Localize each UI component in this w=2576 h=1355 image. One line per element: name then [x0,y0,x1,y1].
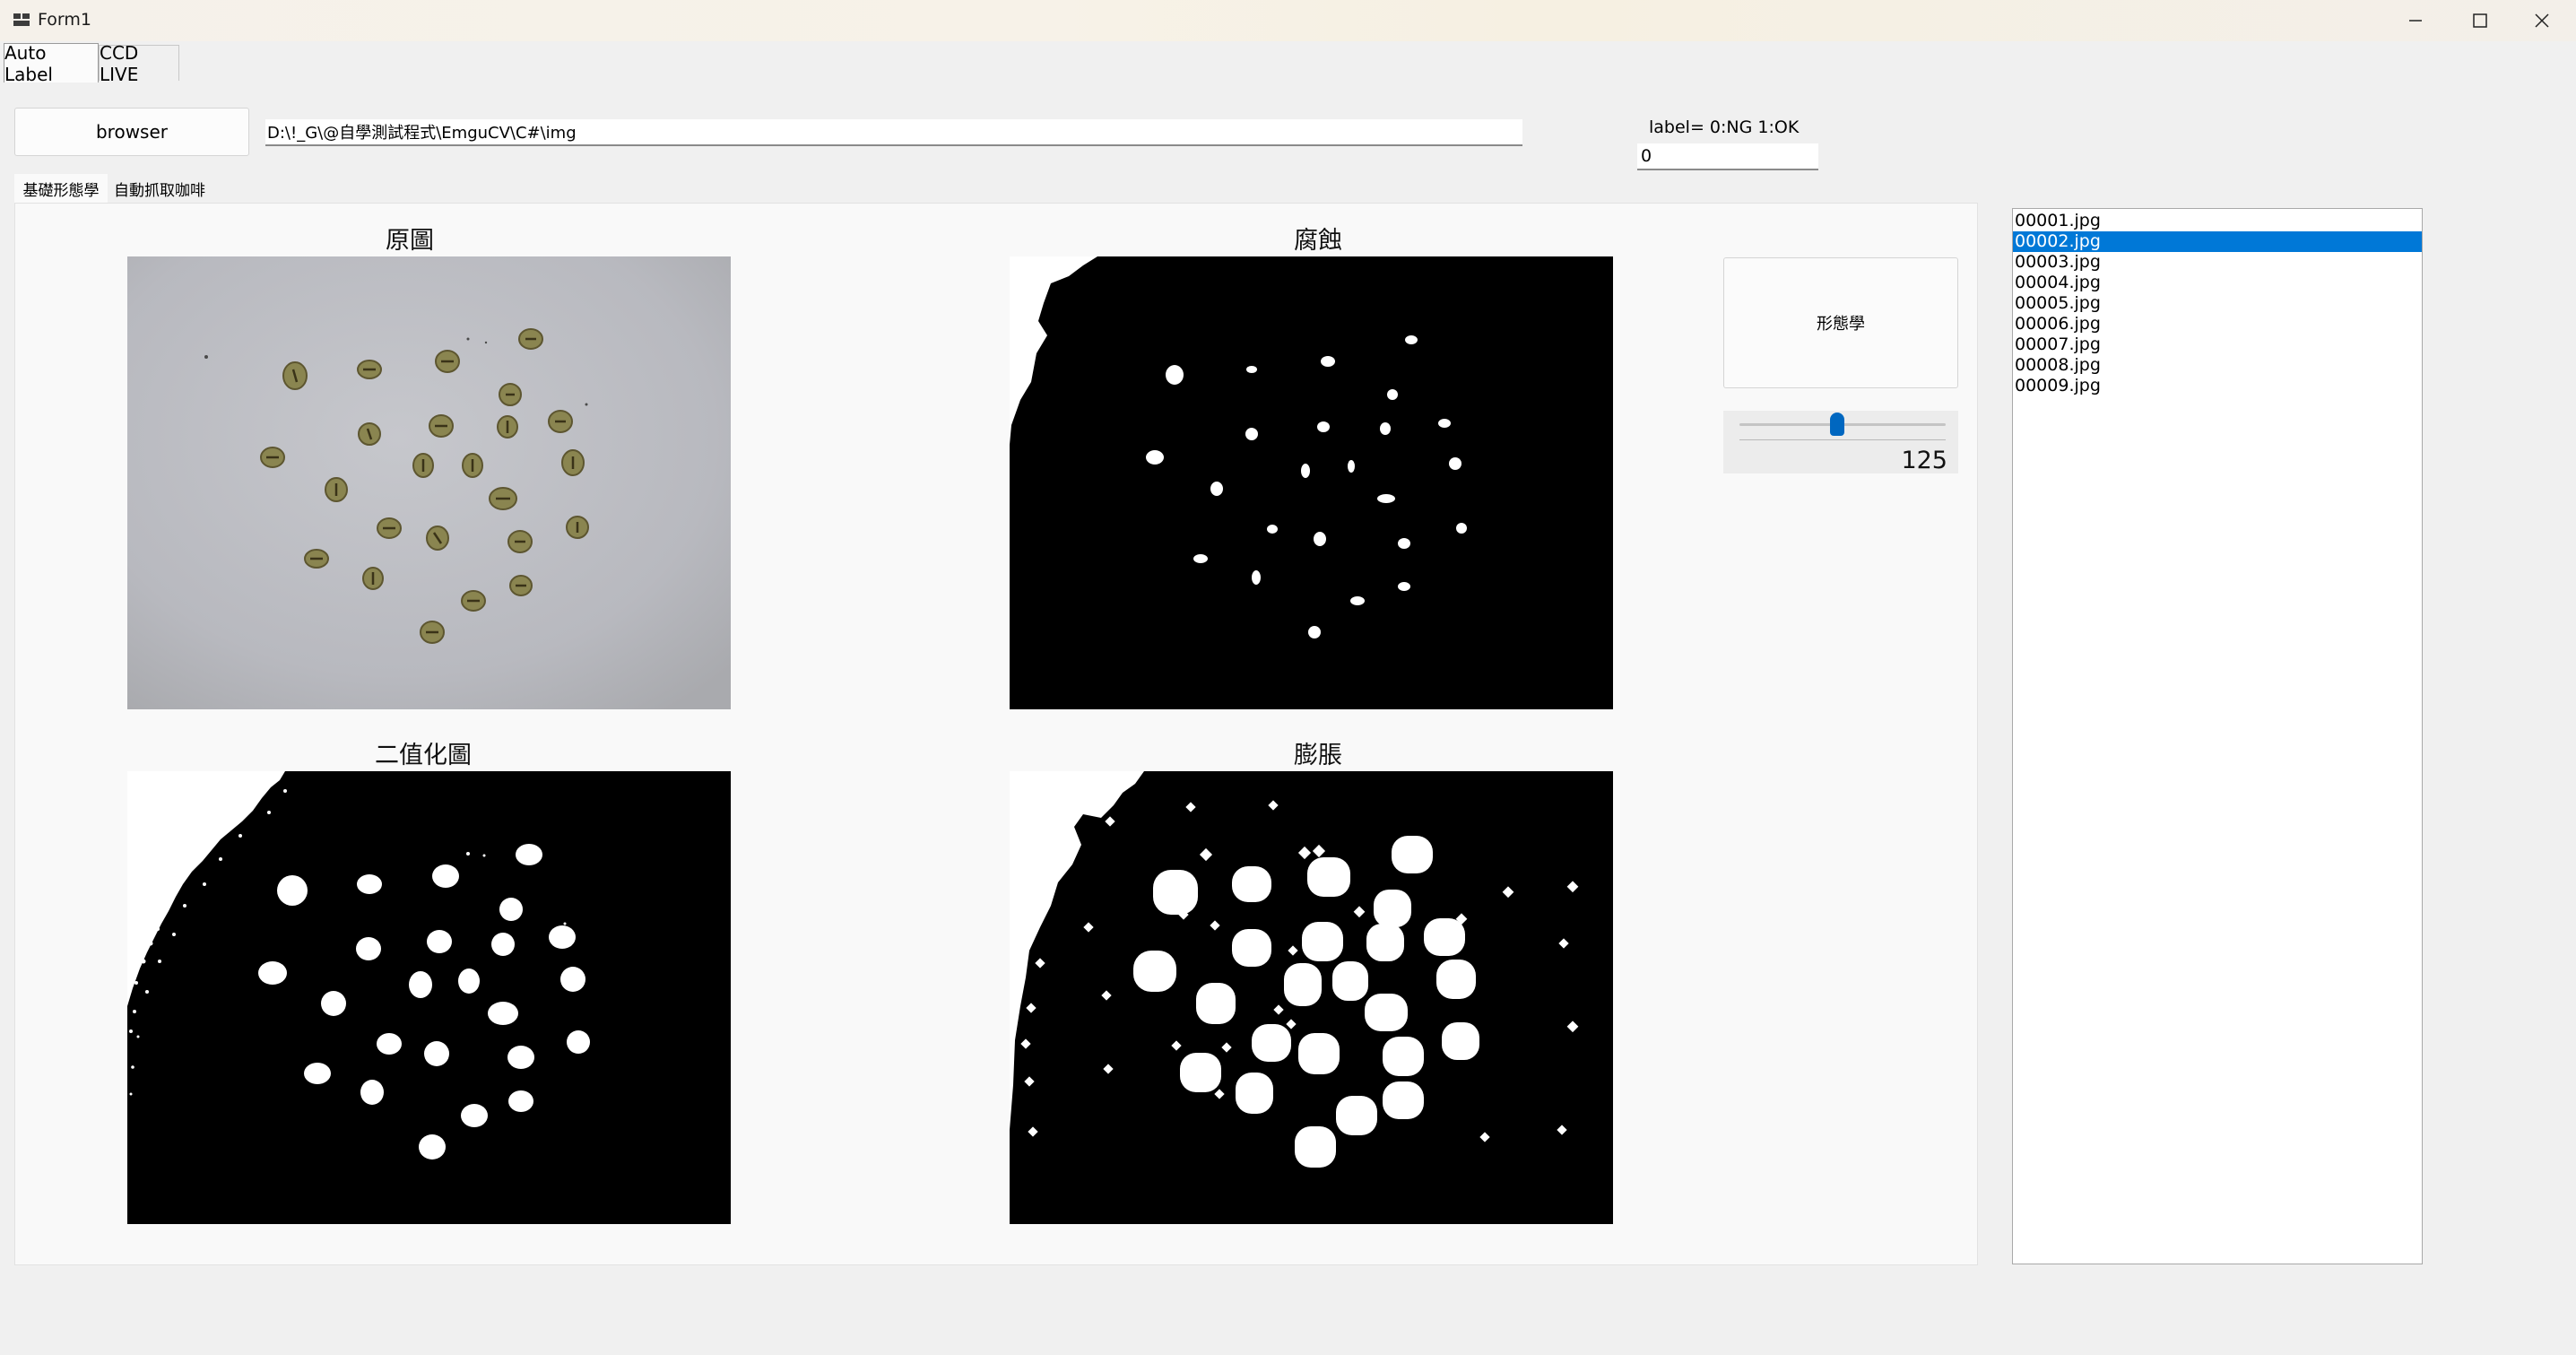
erosion-image-title: 腐蝕 [1294,227,1342,255]
binary-image-title: 二值化圖 [375,742,472,769]
maximize-icon [2473,13,2487,28]
path-field[interactable] [265,119,1522,146]
browse-button[interactable]: browser [14,108,249,156]
morphology-button[interactable]: 形態學 [1723,257,1958,388]
list-item[interactable]: 00004.jpg [2013,273,2422,293]
list-item-selected[interactable]: 00002.jpg [2013,231,2422,252]
window-title: Form1 [38,10,91,30]
tab-basic-morphology[interactable]: 基礎形態學 [14,174,108,203]
list-item[interactable]: 00005.jpg [2013,293,2422,314]
app-window-icon [13,13,30,26]
maximize-button[interactable] [2450,0,2511,41]
title-bar: Form1 [0,0,2576,41]
minimize-button[interactable] [2385,0,2446,41]
slider-value-label: 125 [1901,447,1947,474]
erosion-image [1010,256,1613,709]
list-item[interactable]: 00003.jpg [2013,252,2422,273]
label-field[interactable] [1637,143,1818,170]
tab-auto-label[interactable]: Auto Label [4,42,99,85]
slider-thumb[interactable] [1830,413,1844,436]
file-list[interactable]: 00001.jpg 00002.jpg 00003.jpg 00004.jpg … [2012,208,2423,1264]
dilation-image-title: 膨脹 [1294,742,1342,769]
list-item[interactable]: 00009.jpg [2013,376,2422,396]
close-icon [2535,13,2549,28]
dilation-image [1010,771,1613,1224]
minimize-icon [2409,20,2422,22]
list-item[interactable]: 00008.jpg [2013,355,2422,376]
list-item[interactable]: 00007.jpg [2013,334,2422,355]
list-item[interactable]: 00006.jpg [2013,314,2422,334]
threshold-slider[interactable]: 125 [1723,411,1958,474]
list-item[interactable]: 00001.jpg [2013,211,2422,231]
tab-ccd-live[interactable]: CCD LIVE [99,42,179,85]
original-image-title: 原圖 [386,227,434,255]
label-caption: label= 0:NG 1:OK [1649,117,1800,137]
tab-auto-capture-coffee[interactable]: 自動抓取咖啡 [108,174,212,203]
binary-image [127,771,731,1224]
close-button[interactable] [2511,0,2572,41]
original-image [127,256,731,709]
slider-tick-line [1739,439,1946,440]
